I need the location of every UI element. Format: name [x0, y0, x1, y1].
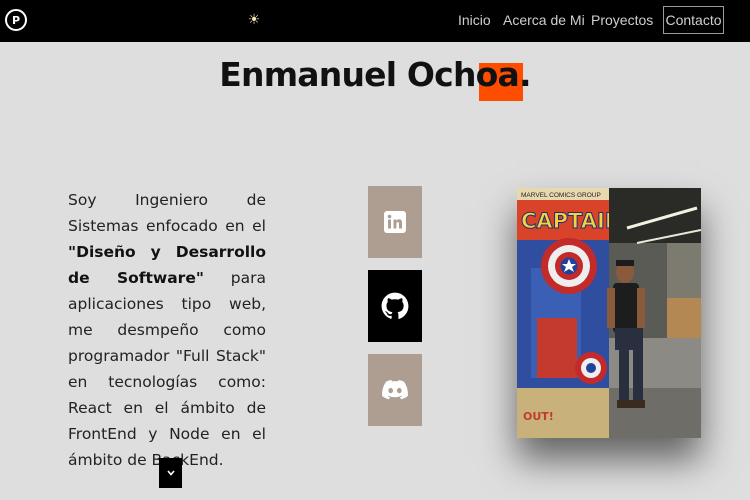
poster-title-text: CAPTAIN — [521, 209, 622, 233]
sun-icon[interactable]: ☀ — [246, 11, 262, 29]
linkedin-icon — [384, 211, 406, 233]
name-dot: . — [518, 55, 532, 94]
linkedin-button[interactable] — [368, 186, 422, 258]
poster-top-text: MARVEL COMICS GROUP — [521, 192, 601, 199]
bio-text: Soy Ingeniero de Sistemas enfocado en el… — [68, 187, 266, 473]
nav-link-acerca[interactable]: Acerca de Mi — [503, 12, 585, 28]
bio-part2: para aplicaciones tipo web, me desmpeño … — [68, 269, 266, 469]
discord-button[interactable] — [368, 354, 422, 426]
nav-link-contacto[interactable]: Contacto — [663, 6, 724, 34]
site-logo[interactable]: P — [5, 9, 27, 31]
name-text: Enmanuel Ochoa — [219, 55, 520, 94]
bio-part1: Soy Ingeniero de Sistemas enfocado en el — [68, 191, 266, 235]
nav-link-proyectos[interactable]: Proyectos — [591, 12, 653, 28]
profile-photo-image: MARVEL COMICS GROUP CAPTAIN OUT! — [517, 188, 701, 438]
discord-icon — [382, 380, 408, 400]
profile-photo: MARVEL COMICS GROUP CAPTAIN OUT! — [517, 188, 701, 438]
scroll-down-button[interactable] — [159, 458, 182, 488]
navbar: P ☀ Inicio Acerca de Mi Proyectos Contac… — [0, 0, 750, 42]
nav-link-inicio[interactable]: Inicio — [458, 12, 491, 28]
chevron-down-icon — [166, 470, 175, 476]
github-button[interactable] — [368, 270, 422, 342]
poster-bottom-text: OUT! — [523, 410, 554, 423]
page-title: Enmanuel Ochoa. — [0, 55, 750, 94]
github-icon — [381, 292, 409, 319]
